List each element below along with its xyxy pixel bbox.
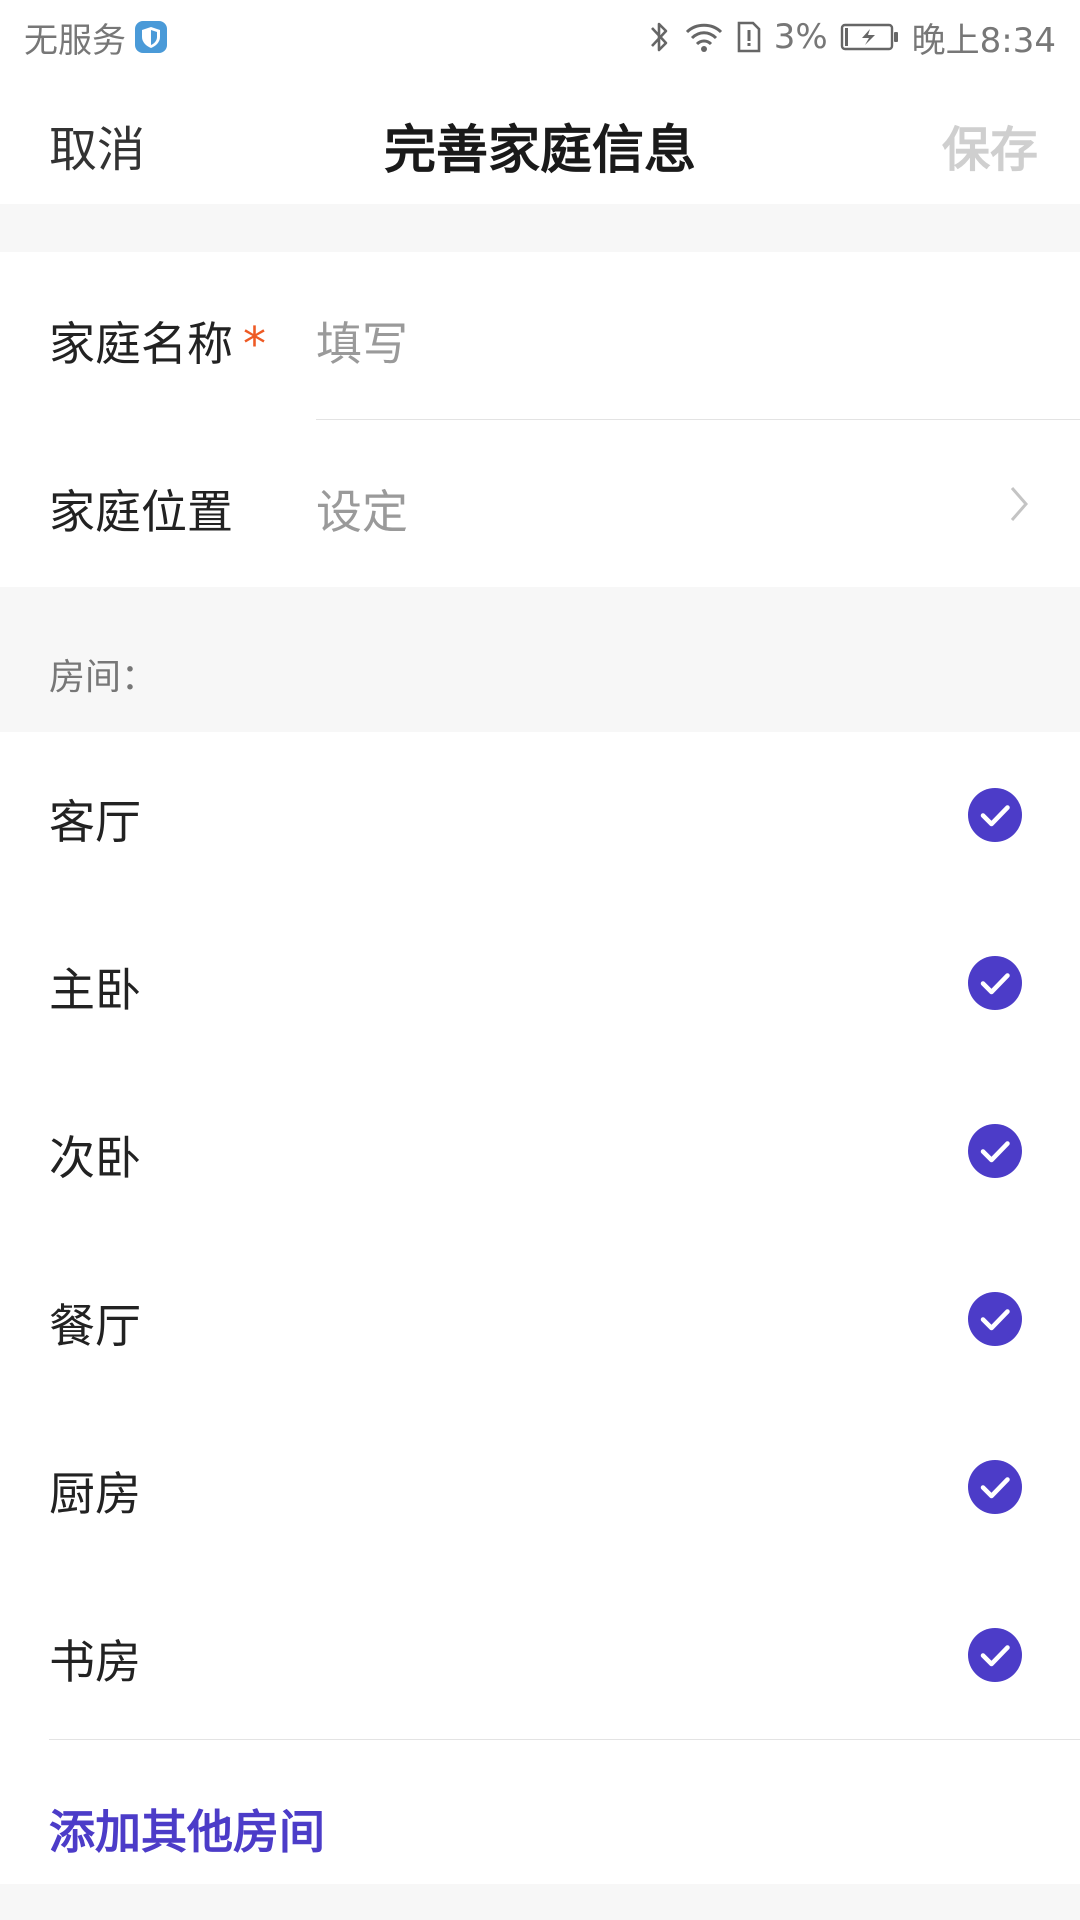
chevron-right-icon bbox=[1010, 487, 1028, 521]
battery-percent: 3% bbox=[773, 17, 828, 57]
sim-alert-icon bbox=[736, 20, 762, 54]
check-circle-icon[interactable] bbox=[968, 1124, 1022, 1178]
room-label: 次卧 bbox=[49, 1131, 141, 1185]
shield-icon bbox=[134, 20, 168, 54]
family-location-label: 家庭位置 bbox=[49, 485, 233, 539]
check-circle-icon[interactable] bbox=[968, 1628, 1022, 1682]
room-label: 厨房 bbox=[49, 1467, 141, 1521]
room-item[interactable]: 厨房 bbox=[0, 1404, 1080, 1572]
list-divider bbox=[49, 1739, 1080, 1740]
check-circle-icon[interactable] bbox=[968, 956, 1022, 1010]
clock-text: 晚上8:34 bbox=[911, 20, 1056, 61]
family-name-row[interactable]: 家庭名称 * 填写 bbox=[0, 252, 1080, 420]
family-name-label: 家庭名称 * bbox=[49, 308, 266, 374]
room-label: 主卧 bbox=[49, 963, 141, 1017]
family-location-row[interactable]: 家庭位置 设定 bbox=[0, 420, 1080, 588]
family-location-value[interactable]: 设定 bbox=[316, 476, 408, 542]
required-mark: * bbox=[243, 317, 266, 371]
battery-charging-icon bbox=[840, 22, 900, 52]
room-label: 书房 bbox=[49, 1635, 141, 1689]
family-name-label-text: 家庭名称 bbox=[49, 317, 233, 371]
room-list: 客厅 主卧 次卧 餐厅 厨房 书房 添加其他房间 bbox=[0, 732, 1080, 1884]
check-circle-icon[interactable] bbox=[968, 1292, 1022, 1346]
status-right: 3% 晚上8:34 bbox=[646, 13, 1056, 62]
check-circle-icon[interactable] bbox=[968, 1460, 1022, 1514]
family-name-input[interactable]: 填写 bbox=[316, 308, 408, 374]
room-item[interactable]: 主卧 bbox=[0, 900, 1080, 1068]
carrier-text: 无服务 bbox=[24, 20, 126, 61]
add-room-button[interactable]: 添加其他房间 bbox=[49, 1796, 325, 1862]
page-title: 完善家庭信息 bbox=[383, 121, 696, 181]
rooms-section-header: 房间： bbox=[49, 657, 158, 698]
check-circle-icon[interactable] bbox=[968, 788, 1022, 842]
save-button[interactable]: 保存 bbox=[942, 110, 1038, 180]
family-info-section: 家庭名称 * 填写 家庭位置 设定 bbox=[0, 252, 1080, 587]
room-item[interactable]: 书房 bbox=[0, 1572, 1080, 1740]
navigation-bar: 取消 完善家庭信息 保存 bbox=[0, 74, 1080, 204]
room-item[interactable]: 客厅 bbox=[0, 732, 1080, 900]
room-label: 餐厅 bbox=[49, 1299, 141, 1353]
room-item[interactable]: 餐厅 bbox=[0, 1236, 1080, 1404]
bluetooth-icon bbox=[646, 19, 672, 55]
room-label: 客厅 bbox=[49, 795, 141, 849]
status-bar: 无服务 3% 晚上8:34 bbox=[0, 0, 1080, 74]
status-left: 无服务 bbox=[24, 13, 168, 62]
wifi-icon bbox=[684, 20, 724, 54]
room-item[interactable]: 次卧 bbox=[0, 1068, 1080, 1236]
